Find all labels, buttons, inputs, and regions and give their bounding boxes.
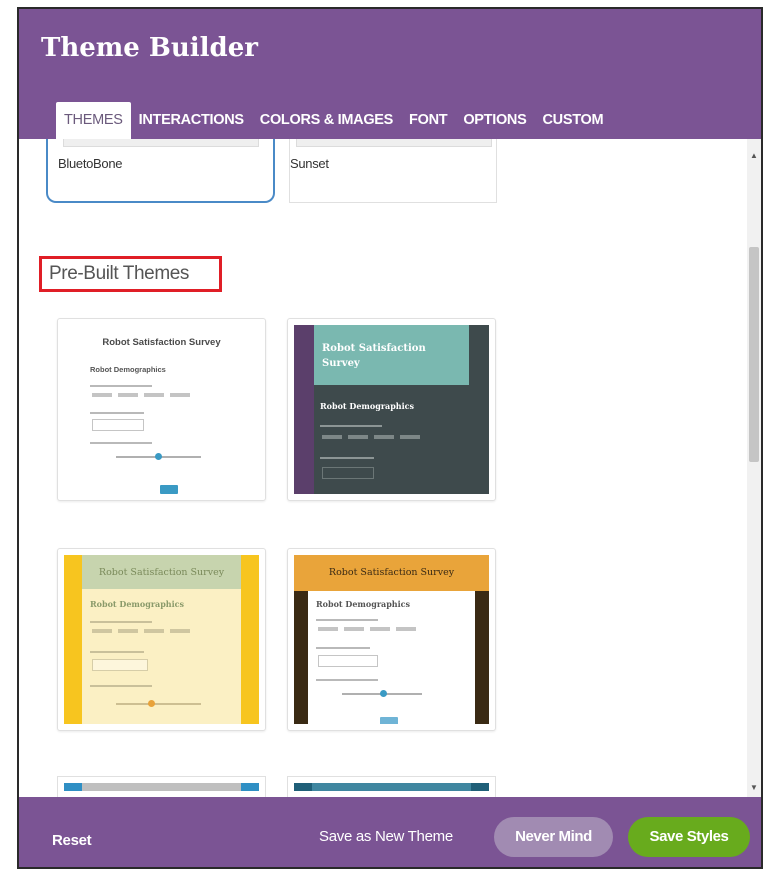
theme-preview: Robot Satisfaction Survey Robot Demograp…: [64, 325, 259, 494]
dialog-header: Theme Builder THEMES INTERACTIONS COLORS…: [19, 9, 761, 139]
preview-title: Robot Satisfaction Survey: [328, 567, 455, 578]
prebuilt-themes-heading: Pre-Built Themes: [39, 256, 222, 292]
reset-button[interactable]: Reset: [52, 832, 92, 849]
tab-font[interactable]: FONT: [401, 102, 455, 139]
preview-subtitle: Robot Demographics: [90, 365, 166, 374]
prebuilt-theme-card[interactable]: [57, 776, 266, 797]
save-as-new-theme-button[interactable]: Save as New Theme: [319, 828, 453, 845]
preview-title: Robot Satisfaction Survey: [322, 343, 426, 369]
prebuilt-theme-card[interactable]: [287, 776, 496, 797]
prebuilt-theme-card[interactable]: Robot Satisfaction Survey Robot Demograp…: [57, 318, 266, 501]
theme-preview: Robot Satisfaction Survey Robot Demograp…: [294, 555, 489, 724]
tab-custom[interactable]: CUSTOM: [534, 102, 611, 139]
tab-options[interactable]: OPTIONS: [455, 102, 534, 139]
tab-bar: THEMES INTERACTIONS COLORS & IMAGES FONT…: [56, 102, 611, 139]
saved-theme-label: BluetoBone: [58, 156, 123, 171]
scroll-up-arrow-icon[interactable]: ▲: [750, 152, 758, 160]
preview-subtitle: Robot Demographics: [90, 599, 185, 609]
theme-builder-dialog: Theme Builder THEMES INTERACTIONS COLORS…: [17, 7, 763, 869]
dialog-footer: Reset Save as New Theme Never Mind Save …: [19, 797, 761, 867]
themes-panel: BluetoBone Sunset Pre-Built Themes Robot…: [19, 139, 747, 797]
never-mind-button[interactable]: Never Mind: [494, 817, 613, 857]
prebuilt-theme-card[interactable]: Robot Satisfaction Survey Robot Demograp…: [287, 318, 496, 501]
save-styles-button[interactable]: Save Styles: [628, 817, 750, 857]
saved-theme-card-bluetobone[interactable]: BluetoBone: [46, 139, 275, 203]
preview-title: Robot Satisfaction Survey: [102, 337, 221, 348]
prebuilt-theme-card[interactable]: Robot Satisfaction Survey Robot Demograp…: [57, 548, 266, 731]
tab-interactions[interactable]: INTERACTIONS: [131, 102, 252, 139]
dialog-title: Theme Builder: [41, 33, 258, 63]
prebuilt-theme-card[interactable]: Robot Satisfaction Survey Robot Demograp…: [287, 548, 496, 731]
preview-subtitle: Robot Demographics: [320, 401, 415, 411]
theme-preview: Robot Satisfaction Survey Robot Demograp…: [64, 555, 259, 724]
tab-themes[interactable]: THEMES: [56, 102, 131, 139]
preview-title: Robot Satisfaction Survey: [98, 567, 225, 578]
vertical-scrollbar[interactable]: ▲ ▼: [747, 139, 761, 797]
saved-theme-card-sunset[interactable]: Sunset: [289, 139, 497, 203]
saved-theme-label: Sunset: [290, 156, 329, 171]
scroll-down-arrow-icon[interactable]: ▼: [750, 784, 758, 792]
theme-preview: Robot Satisfaction Survey Robot Demograp…: [294, 325, 489, 494]
preview-subtitle: Robot Demographics: [316, 599, 411, 609]
tab-colors-images[interactable]: COLORS & IMAGES: [252, 102, 401, 139]
saved-theme-thumbnail: [63, 139, 259, 147]
scrollbar-thumb[interactable]: [749, 247, 759, 462]
saved-theme-thumbnail: [296, 139, 492, 147]
